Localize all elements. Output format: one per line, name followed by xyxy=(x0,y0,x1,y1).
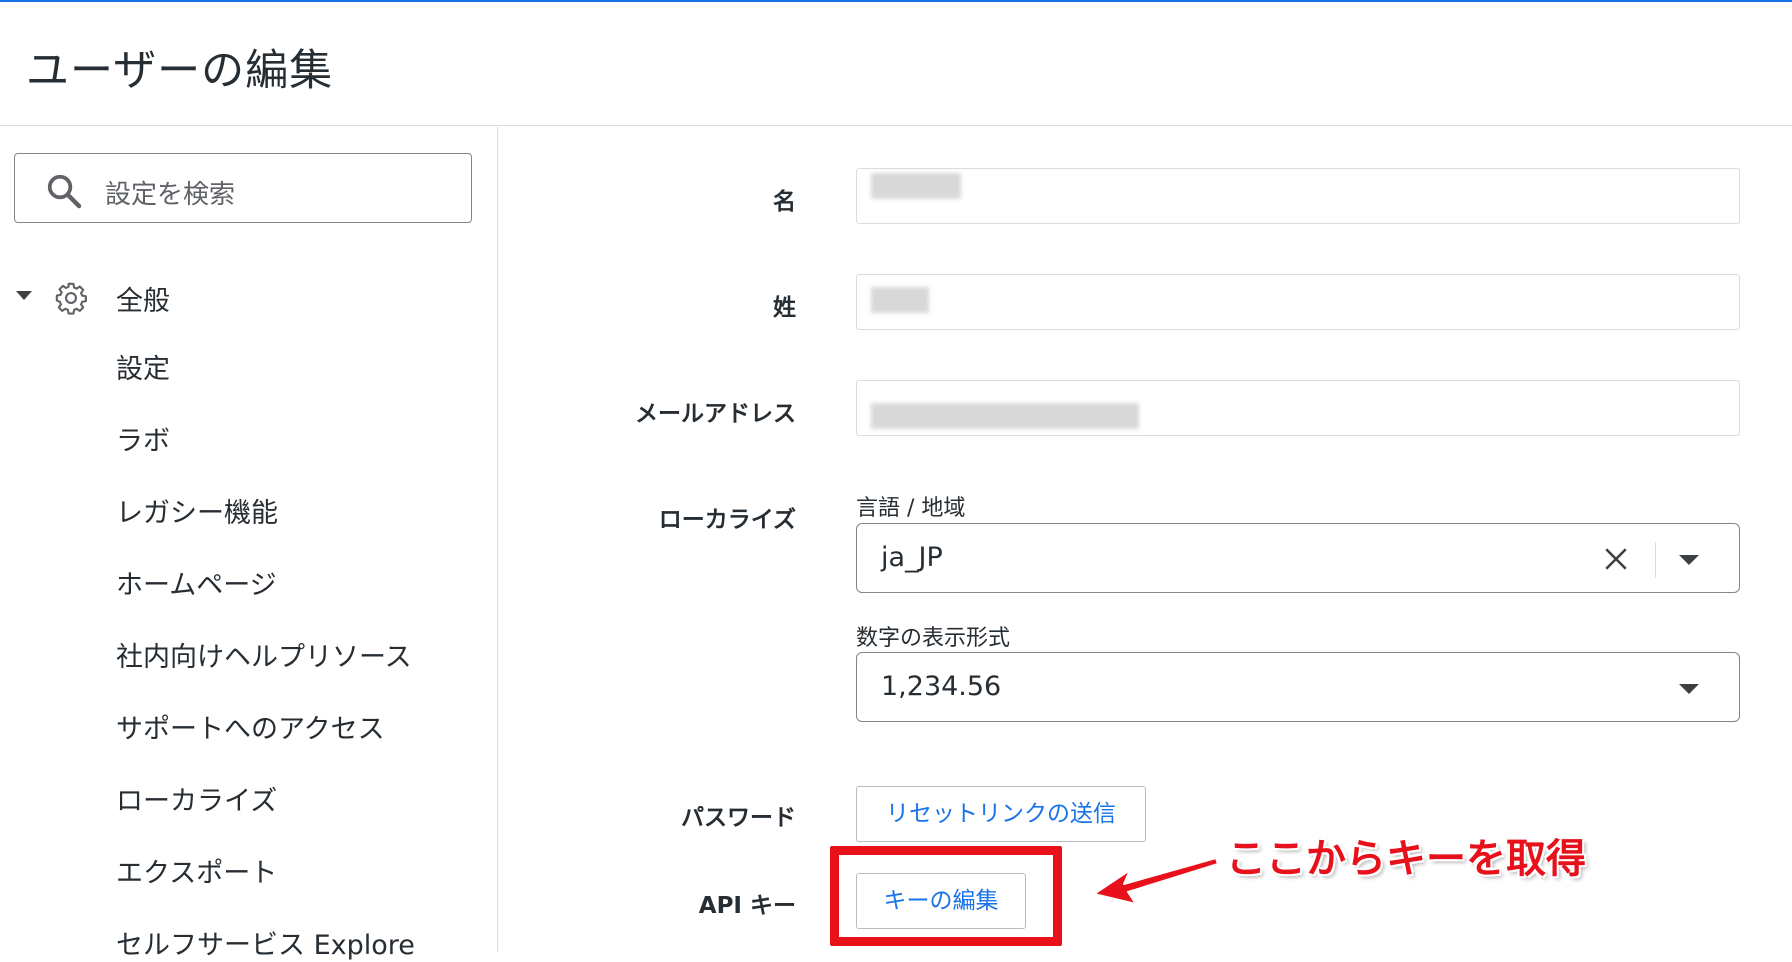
search-icon xyxy=(47,174,82,209)
annotation-arrow-icon xyxy=(1093,857,1219,905)
gear-icon xyxy=(55,282,87,315)
sidebar-item-localization[interactable]: ローカライズ xyxy=(116,779,277,818)
clear-icon[interactable] xyxy=(1603,546,1629,572)
sidebar-item-export[interactable]: エクスポート xyxy=(116,851,277,890)
sidebar-group-label: 全般 xyxy=(116,286,170,317)
number-format-select[interactable]: 1,234.56 xyxy=(856,652,1740,722)
select-divider xyxy=(1655,542,1656,578)
last-name-field[interactable] xyxy=(856,274,1740,330)
email-field[interactable] xyxy=(856,380,1740,436)
sidebar-item-help-resources[interactable]: 社内向けヘルプリソース xyxy=(116,635,412,674)
redacted-value xyxy=(871,287,929,313)
email-label: メールアドレス xyxy=(635,401,796,427)
locale-value: ja_JP xyxy=(881,542,943,573)
localization-label: ローカライズ xyxy=(658,507,796,533)
sidebar-item-homepage[interactable]: ホームページ xyxy=(116,563,277,602)
page-title: ユーザーの編集 xyxy=(26,46,334,96)
annotation-highlight-box xyxy=(830,846,1062,946)
number-format-value: 1,234.56 xyxy=(881,671,1002,702)
first-name-label: 名 xyxy=(773,189,796,215)
password-label: パスワード xyxy=(681,805,796,831)
dropdown-arrow-icon[interactable] xyxy=(1679,555,1699,565)
page-header: ユーザーの編集 xyxy=(0,2,1792,126)
locale-label: 言語 / 地域 xyxy=(856,496,966,521)
search-placeholder: 設定を検索 xyxy=(105,180,236,210)
annotation-text: ここからキーを取得 xyxy=(1226,836,1586,882)
sidebar-group-general[interactable]: 全般 xyxy=(0,267,498,329)
first-name-field[interactable] xyxy=(856,168,1740,224)
caret-down-icon xyxy=(16,291,32,300)
send-reset-link-button[interactable]: リセットリンクの送信 xyxy=(856,786,1146,842)
redacted-value xyxy=(871,403,1139,429)
redacted-value xyxy=(871,173,961,199)
sidebar-item-self-service-explore[interactable]: セルフサービス Explore xyxy=(116,923,415,962)
sidebar-item-labs[interactable]: ラボ xyxy=(116,419,170,458)
dropdown-arrow-icon[interactable] xyxy=(1679,684,1699,694)
sidebar-item-support-access[interactable]: サポートへのアクセス xyxy=(116,707,385,746)
locale-select[interactable]: ja_JP xyxy=(856,523,1740,593)
last-name-label: 姓 xyxy=(773,295,796,321)
api-key-label: API キー xyxy=(698,893,796,919)
settings-sidebar: 設定を検索 全般 設定 ラボ レガシー機能 ホームページ 社内向けヘルプリソース… xyxy=(0,127,498,961)
sidebar-item-legacy-features[interactable]: レガシー機能 xyxy=(116,491,278,530)
settings-search-input[interactable]: 設定を検索 xyxy=(14,153,472,223)
number-format-label: 数字の表示形式 xyxy=(856,626,1011,651)
sidebar-item-settings[interactable]: 設定 xyxy=(116,347,170,386)
